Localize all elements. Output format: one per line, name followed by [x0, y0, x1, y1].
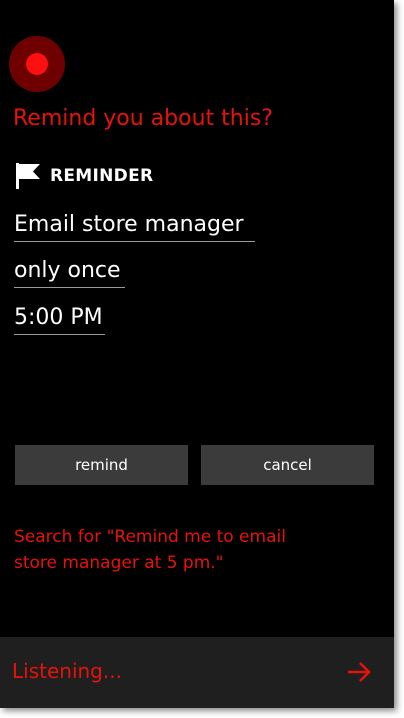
confirmation-prompt: Remind you about this?: [13, 106, 273, 131]
reminder-time-field[interactable]: 5:00 PM: [14, 304, 105, 335]
reminder-repeat-field[interactable]: only once: [14, 257, 125, 288]
reminder-header: REMINDER: [14, 162, 153, 190]
reminder-label: REMINDER: [50, 166, 154, 186]
search-suggestion[interactable]: Search for "Remind me to email store man…: [14, 524, 344, 576]
arrow-right-icon[interactable]: [344, 657, 374, 687]
reminder-title-field[interactable]: Email store manager: [14, 211, 255, 242]
microphone-icon[interactable]: [9, 36, 65, 92]
cancel-button[interactable]: cancel: [201, 445, 374, 485]
search-suggestion-line-2: store manager at 5 pm.": [14, 553, 224, 573]
microphone-indicator: [26, 53, 48, 75]
listening-status: Listening...: [12, 659, 122, 683]
remind-button[interactable]: remind: [15, 445, 188, 485]
search-suggestion-line-1: Search for "Remind me to email: [14, 527, 286, 547]
speech-reminder-screen: Remind you about this? REMINDER Email st…: [0, 0, 394, 708]
status-bar: Listening...: [0, 637, 394, 708]
flag-icon: [16, 163, 40, 189]
